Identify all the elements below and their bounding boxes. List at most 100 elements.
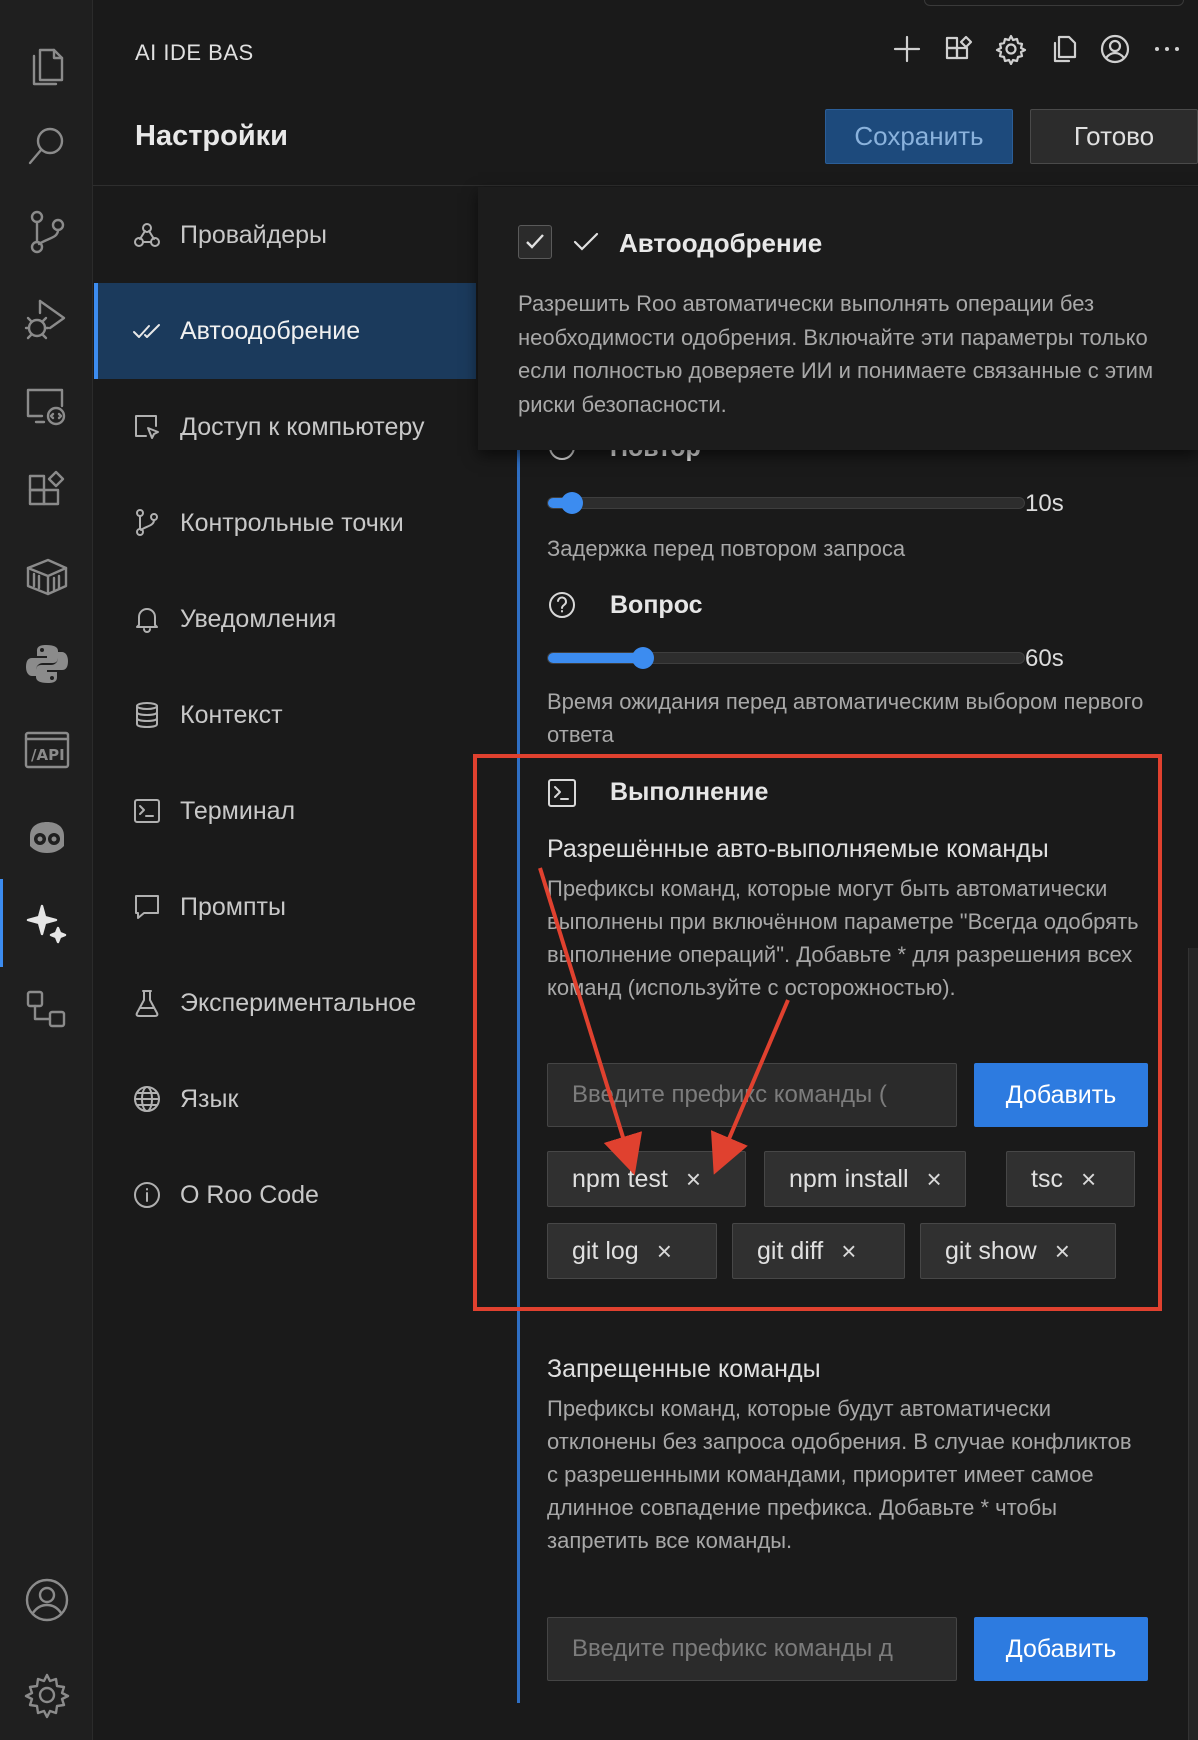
question-slider-fill	[548, 653, 644, 663]
done-button[interactable]: Готово	[1030, 109, 1198, 164]
extensions-icon[interactable]	[0, 443, 93, 539]
chip-label: git diff	[757, 1236, 824, 1265]
activity-bar: /API	[0, 0, 93, 1740]
nav-item-checkpoints[interactable]: Контрольные точки	[94, 475, 476, 571]
api-icon-label: /API	[31, 746, 65, 764]
allowed-command-chip: npm install ×	[764, 1151, 966, 1207]
terminal-icon	[547, 778, 577, 808]
remove-chip-icon[interactable]: ×	[657, 1236, 672, 1267]
title-bar: AI IDE BAS	[93, 0, 1198, 100]
copy-icon[interactable]	[1044, 30, 1082, 68]
nav-label: Контрольные точки	[180, 508, 404, 537]
remote-explorer-icon[interactable]	[0, 357, 93, 453]
cursor-select-icon	[130, 410, 164, 444]
remove-chip-icon[interactable]: ×	[927, 1164, 942, 1195]
auto-approve-panel: Автоодобрение Разрешить Roo автоматическ…	[478, 187, 1198, 450]
top-scrollbar[interactable]	[924, 0, 1184, 6]
python-icon[interactable]	[0, 616, 93, 712]
nav-item-context[interactable]: Контекст	[94, 667, 476, 763]
chip-label: tsc	[1031, 1164, 1063, 1193]
settings-nav: Провайдеры Автоодобрение Доступ к компью…	[94, 187, 476, 1740]
allowed-command-chip: git diff ×	[732, 1223, 905, 1279]
app-title: AI IDE BAS	[135, 40, 254, 65]
nav-item-prompts[interactable]: Промпты	[94, 859, 476, 955]
denied-commands-description: Префиксы команд, которые будут автоматич…	[547, 1396, 1132, 1553]
retry-value: 10s	[1025, 490, 1064, 517]
question-title: Вопрос	[610, 591, 703, 619]
retry-slider-thumb[interactable]	[560, 492, 583, 514]
search-icon[interactable]	[0, 98, 93, 194]
denied-command-input[interactable]: Введите префикс команды д	[547, 1617, 957, 1681]
auto-approve-title: Автоодобрение	[619, 228, 823, 258]
save-button[interactable]: Сохранить	[825, 109, 1013, 164]
message-icon	[130, 890, 164, 924]
settings-header: Настройки Сохранить Готово	[93, 100, 1198, 186]
package-icon[interactable]	[0, 529, 93, 625]
nav-item-terminal[interactable]: Терминал	[94, 763, 476, 859]
nav-item-computer-access[interactable]: Доступ к компьютеру	[94, 379, 476, 475]
chip-label: npm test	[572, 1164, 668, 1193]
question-slider-thumb[interactable]	[632, 647, 655, 669]
question-icon	[547, 590, 577, 620]
nav-item-auto-approve[interactable]: Автоодобрение	[94, 283, 476, 379]
more-icon[interactable]	[1148, 30, 1186, 68]
auto-approve-checkbox[interactable]	[518, 225, 552, 259]
info-icon	[130, 1178, 164, 1212]
nav-label: Доступ к компьютеру	[180, 412, 425, 441]
run-debug-icon[interactable]	[0, 270, 93, 366]
allowed-command-input[interactable]: Введите префикс команды (	[547, 1063, 957, 1127]
roo-sparkle-icon[interactable]	[0, 875, 93, 971]
plus-icon[interactable]	[888, 30, 926, 68]
add-allowed-command-button[interactable]: Добавить	[974, 1063, 1148, 1127]
nav-label: Промпты	[180, 892, 286, 921]
allowed-command-chip: tsc ×	[1006, 1151, 1135, 1207]
remove-chip-icon[interactable]: ×	[1081, 1164, 1096, 1195]
section-bar-execution	[517, 773, 520, 1703]
account-icon[interactable]	[0, 1552, 93, 1648]
gear-icon[interactable]	[992, 30, 1030, 68]
bell-icon	[130, 602, 164, 636]
nav-item-about[interactable]: О Roo Code	[94, 1147, 476, 1243]
nav-item-experimental[interactable]: Экспериментальное	[94, 955, 476, 1051]
allowed-command-chip: git show ×	[920, 1223, 1116, 1279]
account-icon[interactable]	[1096, 30, 1134, 68]
denied-commands-title: Запрещенные команды	[547, 1355, 821, 1383]
nav-item-language[interactable]: Язык	[94, 1051, 476, 1147]
settings-gear-icon[interactable]	[0, 1647, 93, 1740]
auto-approve-description: Разрешить Roo автоматически выполнять оп…	[518, 291, 1154, 417]
check-icon	[571, 227, 601, 257]
remove-chip-icon[interactable]: ×	[686, 1164, 701, 1195]
question-value: 60s	[1025, 645, 1064, 672]
nav-item-notifications[interactable]: Уведомления	[94, 571, 476, 667]
chip-label: git log	[572, 1236, 639, 1265]
remove-chip-icon[interactable]: ×	[1055, 1236, 1070, 1267]
question-slider[interactable]	[547, 647, 1025, 669]
execution-title: Выполнение	[610, 778, 769, 806]
question-description: Время ожидания перед автоматическим выбо…	[547, 689, 1144, 747]
source-control-icon[interactable]	[0, 184, 93, 280]
nav-label: О Roo Code	[180, 1180, 319, 1209]
diagram-icon[interactable]	[0, 961, 93, 1057]
git-branch-icon	[130, 506, 164, 540]
database-icon	[130, 698, 164, 732]
page-title: Настройки	[135, 120, 289, 152]
nav-label: Язык	[180, 1084, 239, 1113]
api-icon[interactable]: /API	[0, 702, 93, 798]
toolbar-icons	[888, 30, 1186, 68]
nav-label: Уведомления	[180, 604, 337, 633]
chip-label: git show	[945, 1236, 1037, 1265]
nav-label: Терминал	[180, 796, 296, 825]
extensions-icon[interactable]	[940, 30, 978, 68]
check-all-icon	[130, 314, 164, 348]
copilot-icon[interactable]	[0, 789, 93, 885]
remove-chip-icon[interactable]: ×	[841, 1236, 856, 1267]
terminal-icon	[130, 794, 164, 828]
content-scrollbar[interactable]	[1188, 948, 1198, 1740]
flask-icon	[130, 986, 164, 1020]
allowed-command-chip: npm test ×	[547, 1151, 746, 1207]
add-denied-command-button[interactable]: Добавить	[974, 1617, 1148, 1681]
nav-label: Автоодобрение	[180, 316, 361, 345]
allowed-commands-description: Префиксы команд, которые могут быть авто…	[547, 876, 1139, 1000]
nav-item-providers[interactable]: Провайдеры	[94, 187, 476, 283]
retry-slider[interactable]	[547, 492, 1025, 514]
